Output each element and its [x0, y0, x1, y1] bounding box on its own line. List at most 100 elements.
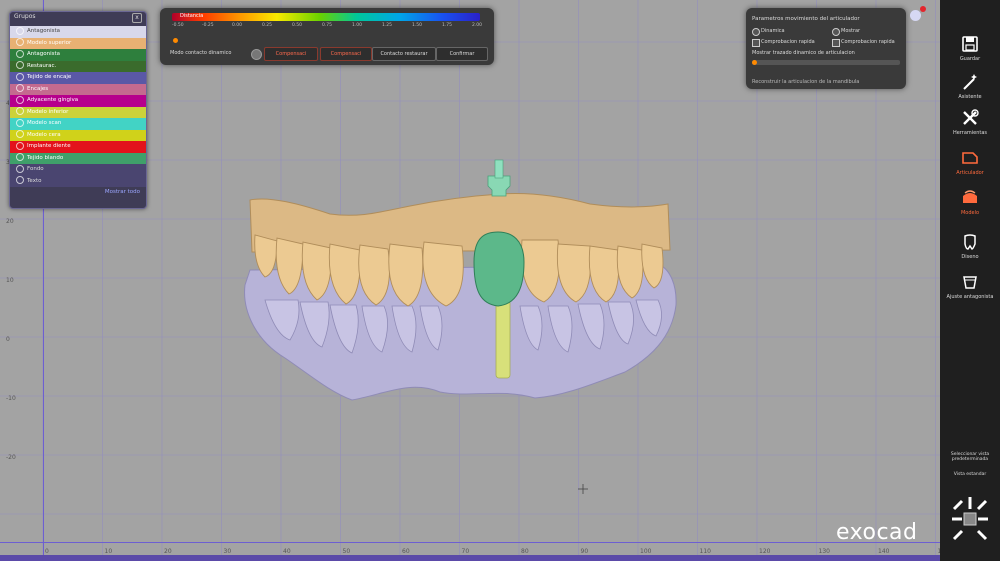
- visibility-icon[interactable]: [16, 118, 24, 127]
- standard-view-label[interactable]: Vista estandar: [944, 472, 996, 477]
- layer-item-label: Antagonista: [27, 28, 61, 34]
- articulation-slider-track[interactable]: [752, 60, 900, 65]
- layer-item[interactable]: Restaurac.: [10, 60, 146, 72]
- right-sidebar: Guardar Asistente Herramientas Articulad…: [940, 0, 1000, 561]
- view-top-left-icon[interactable]: [952, 499, 964, 511]
- sidebar-item-design[interactable]: Diseno: [940, 232, 1000, 260]
- default-view-label: Seleccionar vista predeterminada: [950, 452, 990, 462]
- distance-toolbar: Distancia -0.50 -0.25 0.00 0.25 0.50 0.75 1.00…: [160, 8, 494, 65]
- dynamic-contact-toggle[interactable]: [251, 49, 262, 60]
- y-tick-label: 0: [6, 336, 10, 343]
- rebuild-articulation-link[interactable]: Reconstruir la articulacion de la mandib…: [752, 79, 859, 85]
- visibility-icon[interactable]: [16, 141, 24, 150]
- layer-item-label: Fondo: [27, 166, 44, 172]
- dynamic-trace-label: Mostrar trazado dinamico de articulacion: [752, 50, 855, 56]
- confirm-button[interactable]: Confirmar: [436, 47, 488, 61]
- layer-item-label: Tejido blando: [27, 154, 64, 161]
- layer-item-label: Restaurac.: [27, 62, 57, 69]
- close-icon[interactable]: x: [132, 13, 142, 23]
- layer-item[interactable]: Fondo: [10, 164, 146, 176]
- x-tick-label: 110: [699, 548, 711, 555]
- dynamic-radio[interactable]: [752, 28, 760, 36]
- distance-scale-tick: 1.50: [412, 23, 423, 28]
- y-tick-label: -20: [6, 454, 16, 461]
- view-bottom-left-icon[interactable]: [952, 529, 964, 541]
- distance-scale-tick: 0.00: [232, 23, 243, 28]
- visibility-icon[interactable]: [16, 153, 24, 161]
- sidebar-item-antagonist-adjust[interactable]: Ajuste antagonista: [940, 272, 1000, 300]
- layer-item[interactable]: Texto: [10, 175, 146, 187]
- sidebar-item-save[interactable]: Guardar: [940, 34, 1000, 62]
- layer-item-label: Modelo superior: [27, 39, 72, 46]
- sidebar-item-label: Diseno: [961, 254, 979, 260]
- visibility-icon[interactable]: [16, 84, 24, 92]
- groups-panel: Grupos x Antagonista Modelo superior Antag…: [9, 11, 147, 209]
- compensate-button-1[interactable]: Compensaci: [264, 47, 318, 61]
- layer-item[interactable]: Tejido blando: [10, 152, 146, 164]
- scan-body: [487, 175, 511, 197]
- notification-badge: [920, 6, 926, 12]
- visibility-icon[interactable]: [16, 61, 24, 69]
- sidebar-item-tools[interactable]: Herramientas: [940, 108, 1000, 136]
- sidebar-item-model[interactable]: Modelo: [940, 188, 1000, 216]
- distance-scale-tick: 1.75: [442, 23, 453, 28]
- sidebar-item-label: Herramientas: [952, 130, 988, 136]
- exocad-logo: exocad: [836, 520, 918, 545]
- visibility-icon[interactable]: [16, 95, 24, 104]
- view-cube-icon[interactable]: [910, 10, 921, 21]
- visibility-icon[interactable]: [16, 107, 24, 115]
- compensate-button-2[interactable]: Compensaci: [320, 47, 372, 61]
- x-tick-label: 90: [580, 548, 589, 555]
- visibility-icon[interactable]: [16, 38, 24, 46]
- sidebar-item-label: Articulador: [956, 170, 984, 176]
- sidebar-item-label: Guardar: [959, 56, 981, 62]
- articulation-slider-handle[interactable]: [752, 60, 757, 65]
- visibility-icon[interactable]: [16, 49, 24, 58]
- x-tick-label: 40: [283, 548, 291, 555]
- quick-check-checkbox-2[interactable]: [832, 39, 840, 47]
- visibility-icon[interactable]: [16, 176, 24, 184]
- x-tick-label: 0: [45, 548, 49, 555]
- sidebar-item-label: Ajuste antagonista: [946, 294, 994, 300]
- layer-item[interactable]: Modelo superior: [10, 37, 146, 49]
- show-radio[interactable]: [832, 28, 840, 36]
- save-icon: [962, 36, 978, 52]
- layer-item[interactable]: Modelo inferior: [10, 106, 146, 118]
- quick-check-checkbox-1[interactable]: [752, 39, 760, 47]
- sidebar-item-wizard[interactable]: Asistente: [940, 72, 1000, 100]
- layer-item[interactable]: Modelo cera: [10, 129, 146, 141]
- layer-item[interactable]: Encajes: [10, 83, 146, 95]
- layer-item-label: Modelo cera: [27, 131, 61, 138]
- layer-item[interactable]: Adyacente gingiva: [10, 95, 146, 107]
- distance-scale-title: Distancia: [180, 13, 204, 19]
- bottom-strip: [0, 555, 940, 561]
- layer-item-label: Modelo inferior: [27, 108, 69, 115]
- y-tick-label: 10: [6, 277, 14, 284]
- visibility-icon[interactable]: [16, 26, 24, 35]
- x-tick-label: 140: [878, 548, 890, 555]
- restore-contact-button[interactable]: Contacto restaurar: [372, 47, 436, 61]
- visibility-icon[interactable]: [16, 164, 24, 173]
- center-view-icon[interactable]: [963, 512, 977, 526]
- view-bottom-right-icon[interactable]: [976, 529, 988, 541]
- layer-item[interactable]: Antagonista: [10, 26, 146, 38]
- view-top-right-icon[interactable]: [976, 499, 988, 511]
- visibility-icon[interactable]: [16, 130, 24, 138]
- layer-item-label: Adyacente gingiva: [27, 97, 79, 103]
- distance-slider-handle[interactable]: [173, 38, 178, 43]
- layer-item[interactable]: Modelo scan: [10, 118, 146, 130]
- show-all-link[interactable]: Mostrar todo: [105, 189, 140, 199]
- layer-list: Antagonista Modelo superior Antagonista Res…: [10, 26, 146, 187]
- layer-item[interactable]: Antagonista: [10, 49, 146, 61]
- tools-icon: [963, 109, 979, 125]
- crown-icon: [964, 234, 976, 250]
- view-navigation-pad[interactable]: [948, 495, 992, 543]
- visibility-icon[interactable]: [16, 72, 24, 81]
- layer-item[interactable]: Tejido de encaje: [10, 72, 146, 84]
- layer-item[interactable]: Implante diente: [10, 141, 146, 153]
- distance-scale-tick: 1.00: [352, 23, 363, 28]
- x-tick-label: 120: [759, 548, 771, 555]
- sidebar-item-articulator[interactable]: Articulador: [940, 148, 1000, 176]
- distance-scale-tick: -0.25: [202, 23, 214, 28]
- distance-scale-tick: 0.75: [322, 23, 333, 28]
